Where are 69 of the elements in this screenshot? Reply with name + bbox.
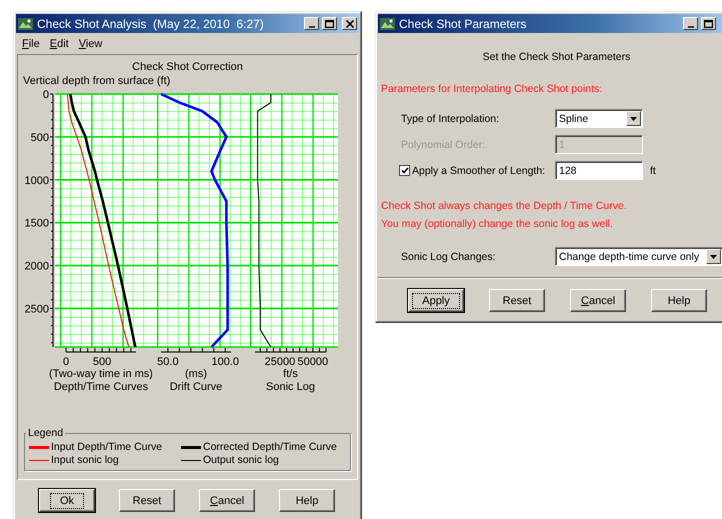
close-button[interactable] bbox=[342, 17, 357, 30]
section-label: Parameters for Interpolating Check Shot points: bbox=[381, 83, 604, 95]
dialog-button[interactable]: Help bbox=[279, 489, 335, 512]
x-axis bbox=[160, 348, 232, 352]
y-axis-label: Vertical depth from surface (ft) bbox=[23, 75, 170, 87]
app-icon bbox=[380, 16, 396, 30]
maximize-button[interactable] bbox=[701, 17, 716, 30]
x-tick-label: 100.0 bbox=[212, 356, 240, 368]
x-tick-label: 50.0 bbox=[157, 356, 179, 368]
caret-icon bbox=[710, 254, 717, 258]
legend-label: Output sonic log bbox=[203, 454, 279, 466]
y-tick-label: 0 bbox=[42, 89, 49, 101]
minimize-button[interactable] bbox=[304, 17, 319, 30]
app-icon bbox=[18, 16, 34, 30]
field-label: Type of Interpolation: bbox=[401, 112, 500, 124]
field-label: Apply a Smoother of Length: bbox=[412, 164, 546, 176]
menu-item[interactable]: View bbox=[78, 38, 102, 50]
menu-item[interactable]: Edit bbox=[50, 38, 69, 50]
window-title: Check Shot Parameters bbox=[399, 16, 528, 30]
maximize-icon bbox=[325, 20, 334, 28]
minimize-button[interactable] bbox=[683, 17, 698, 30]
dialog-heading: Set the Check Shot Parameters bbox=[482, 51, 632, 63]
check-icon bbox=[400, 167, 408, 174]
legend-title: Legend bbox=[27, 427, 64, 439]
field-label: Polynomial Order: bbox=[401, 138, 486, 150]
legend-label: Input sonic log bbox=[51, 454, 119, 466]
y-tick-label: 2000 bbox=[24, 260, 49, 273]
axis-label: (ms) bbox=[185, 368, 207, 380]
close-icon bbox=[346, 20, 354, 28]
dropdown-field[interactable]: Change depth-time curve only bbox=[555, 247, 722, 266]
dialog-button[interactable]: Cancel bbox=[199, 489, 255, 512]
maximize-button[interactable] bbox=[322, 17, 337, 30]
note-text: Check Shot always changes the Depth / Time Curve. bbox=[381, 200, 628, 212]
note-text: You may (optionally) change the sonic log as well. bbox=[381, 218, 614, 230]
caret-icon bbox=[630, 116, 637, 120]
x-axis bbox=[254, 348, 326, 352]
minimize-icon bbox=[688, 26, 694, 28]
chart-caption: Sonic Log bbox=[266, 381, 315, 393]
x-tick-label: 0 bbox=[62, 356, 70, 368]
legend-label: Input Depth/Time Curve bbox=[51, 441, 162, 453]
unit-label: ft bbox=[650, 164, 657, 176]
y-tick-label: 1500 bbox=[24, 218, 49, 230]
dialog-button[interactable]: Ok bbox=[39, 489, 95, 512]
chart-caption: Drift Curve bbox=[170, 381, 222, 393]
maximize-icon bbox=[704, 20, 713, 28]
y-tick-label: 2500 bbox=[24, 303, 49, 316]
axis-label: (Two-way time in ms) bbox=[49, 368, 152, 380]
chart-title: Check Shot Correction bbox=[131, 61, 244, 73]
checkbox[interactable] bbox=[399, 165, 410, 176]
dialog-button[interactable]: Cancel bbox=[570, 289, 626, 312]
x-tick-label: 25000 bbox=[264, 356, 296, 368]
menu-item[interactable]: File bbox=[22, 38, 40, 50]
legend-label: Corrected Depth/Time Curve bbox=[203, 441, 337, 453]
x-tick-label: 50000 bbox=[298, 356, 328, 368]
y-tick-label: 500 bbox=[30, 132, 49, 144]
x-tick-label: 500 bbox=[92, 356, 112, 368]
field-label: Sonic Log Changes: bbox=[401, 250, 497, 262]
minimize-icon bbox=[308, 26, 314, 28]
axis-label: ft/s bbox=[283, 368, 298, 380]
chart-caption: Depth/Time Curves bbox=[54, 381, 148, 393]
dialog-button[interactable]: Apply bbox=[408, 289, 464, 312]
dropdown-field[interactable]: Spline bbox=[555, 109, 643, 128]
dialog-button[interactable]: Help bbox=[651, 289, 707, 312]
x-axis bbox=[66, 348, 136, 352]
y-tick-label: 1000 bbox=[24, 174, 49, 187]
dialog-button[interactable]: Reset bbox=[119, 489, 175, 512]
window-title: Check Shot Analysis (May 22, 2010 6:27) bbox=[37, 16, 265, 30]
input-field[interactable]: 128 bbox=[555, 161, 643, 180]
dialog-button[interactable]: Reset bbox=[489, 289, 545, 312]
